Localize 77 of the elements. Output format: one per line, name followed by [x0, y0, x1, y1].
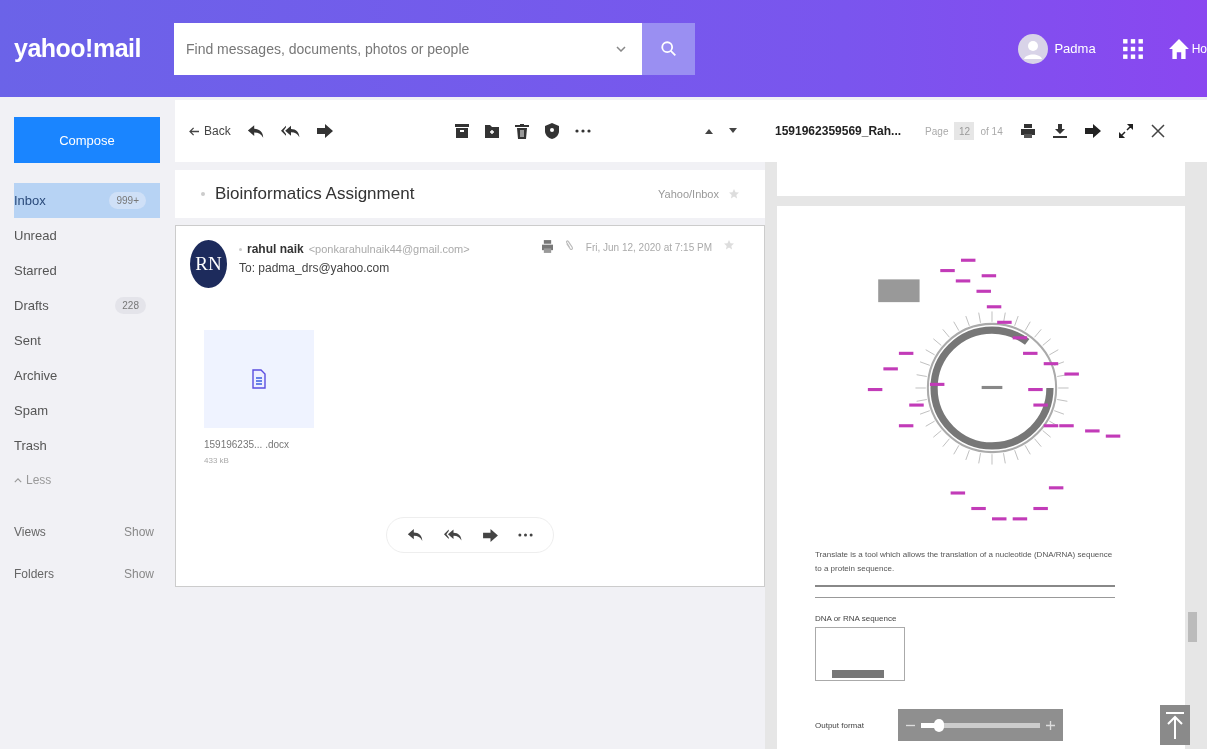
back-button[interactable]: Back — [189, 124, 231, 138]
printer-icon[interactable] — [1020, 124, 1035, 138]
page-total: of 14 — [980, 125, 1003, 137]
attachment-name[interactable]: 159196235... .docx — [204, 439, 314, 450]
avatar-icon[interactable] — [1018, 33, 1049, 64]
folder-item[interactable]: Spam — [14, 393, 160, 428]
folder-label: Drafts — [14, 298, 49, 313]
folder-item[interactable]: Starred — [14, 253, 160, 288]
document-icon — [252, 369, 266, 389]
close-icon[interactable] — [1150, 124, 1165, 138]
folder-label: Sent — [14, 333, 41, 348]
more-icon[interactable] — [518, 533, 533, 537]
reply-all-icon[interactable] — [280, 123, 301, 139]
search-icon — [659, 39, 678, 58]
folder-count: 228 — [115, 297, 146, 314]
reply-icon[interactable] — [407, 528, 424, 542]
sender-name[interactable]: rahul naik — [247, 242, 304, 256]
email-subject: Bioinformatics Assignment — [215, 184, 416, 204]
folder-move-icon[interactable] — [484, 124, 499, 138]
caret-down-icon[interactable] — [729, 128, 737, 134]
folder-item[interactable]: Inbox 999+ — [14, 183, 160, 218]
show-link[interactable]: Show — [123, 525, 154, 539]
field-label: Output format — [815, 721, 864, 731]
compose-button[interactable]: Compose — [14, 117, 160, 163]
folder-label: Unread — [14, 228, 57, 243]
home-icon[interactable] — [1167, 37, 1190, 60]
more-icon[interactable] — [574, 129, 591, 133]
forward-icon[interactable] — [483, 528, 498, 542]
section-label: Views — [14, 525, 46, 539]
folder-label: Archive — [14, 368, 58, 383]
attachment-thumbnail[interactable] — [204, 330, 314, 428]
shield-icon[interactable] — [544, 123, 559, 139]
folder-item[interactable]: Unread — [14, 218, 160, 253]
paperclip-icon — [564, 240, 574, 251]
folder-label: Inbox — [14, 193, 46, 208]
recipient: To: padma_drs@yahoo.com — [239, 261, 391, 275]
star-icon[interactable] — [724, 240, 734, 250]
page-label: Page — [925, 125, 949, 137]
download-icon[interactable] — [1052, 124, 1067, 138]
folder-item[interactable]: Archive — [14, 358, 160, 393]
forward-icon[interactable] — [316, 124, 333, 138]
folder-item[interactable]: Drafts 228 — [14, 288, 160, 323]
reply-icon[interactable] — [246, 123, 265, 139]
zoom-slider[interactable] — [898, 709, 1063, 741]
attachment-size: 433 kB — [204, 456, 230, 465]
show-link[interactable]: Show — [123, 567, 154, 581]
field-label: DNA or RNA sequence — [815, 614, 897, 624]
star-icon[interactable] — [729, 189, 739, 199]
folder-label: Spam — [14, 403, 48, 418]
expand-icon[interactable] — [1118, 124, 1133, 138]
archive-icon[interactable] — [454, 124, 469, 138]
folder-item[interactable]: Sent — [14, 323, 160, 358]
home-link[interactable]: Ho — [1191, 41, 1207, 56]
sender-avatar: RN — [190, 240, 227, 288]
back-arrow-icon — [189, 126, 200, 136]
sender-email: <ponkarahulnaik44@gmail.com> — [308, 243, 470, 255]
folder-label: Trash — [14, 438, 47, 453]
forward-icon[interactable] — [1084, 124, 1101, 138]
apps-grid-icon[interactable] — [1121, 37, 1144, 60]
reply-all-icon[interactable] — [444, 528, 463, 542]
slider-thumb[interactable] — [933, 718, 944, 732]
bullet-icon — [201, 192, 205, 196]
folder-count: 999+ — [109, 192, 146, 209]
document-paragraph: Translate is a tool which allows the translation of a nucleotide (DNA/RNA) sequence to a protein sequence. — [815, 549, 1114, 575]
file-name: 1591962359569_Rah... — [775, 124, 902, 138]
message-date: Fri, Jun 12, 2020 at 7:15 PM — [585, 242, 712, 253]
app-logo[interactable]: yahoo!mail — [14, 34, 160, 63]
folder-item[interactable]: Trash — [14, 428, 160, 463]
folder-label: Starred — [14, 263, 57, 278]
chevron-down-icon[interactable] — [616, 45, 626, 52]
trash-icon[interactable] — [514, 123, 529, 139]
scroll-to-top-button[interactable] — [1160, 705, 1190, 745]
bullet-icon — [239, 247, 242, 251]
user-name[interactable]: Padma — [1054, 41, 1096, 56]
section-label: Folders — [14, 567, 54, 581]
caret-up-icon[interactable] — [705, 128, 713, 134]
search-field[interactable]: Find messages, documents, photos or people — [174, 22, 642, 75]
